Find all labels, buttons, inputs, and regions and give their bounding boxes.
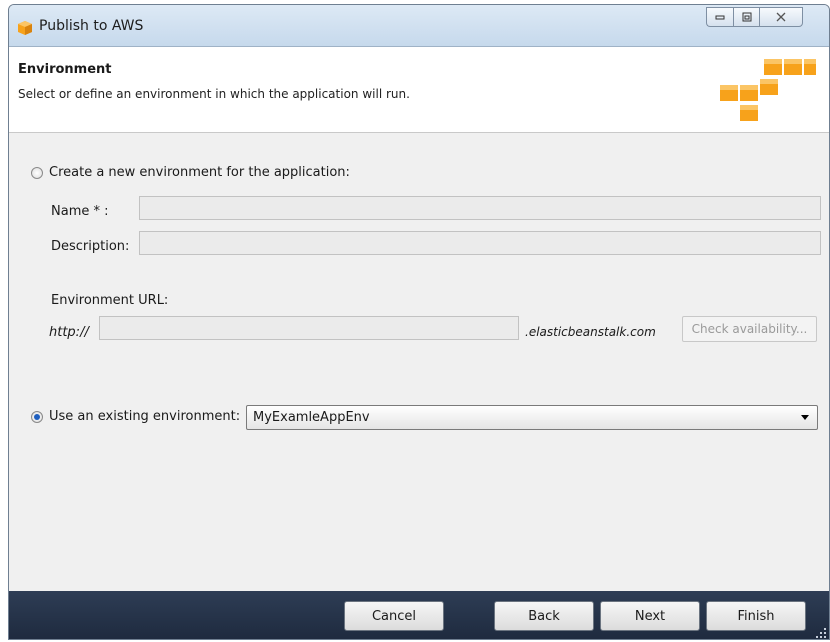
- finish-button[interactable]: Finish: [706, 601, 806, 631]
- name-label: Name * :: [51, 204, 109, 219]
- page-title: Environment: [18, 62, 112, 77]
- aws-cube-icon: [740, 105, 758, 121]
- close-button[interactable]: [759, 7, 803, 27]
- aws-cube-icon: [720, 79, 778, 101]
- create-new-label: Create a new environment for the applica…: [49, 165, 350, 180]
- aws-cube-icon: [18, 21, 32, 35]
- maximize-button[interactable]: [733, 7, 759, 27]
- minimize-icon: [715, 15, 725, 20]
- title-bar[interactable]: Publish to AWS: [9, 5, 829, 47]
- existing-environment-select[interactable]: MyExamleAppEnv: [246, 405, 818, 430]
- publish-dialog: Publish to AWS Environment Select or def…: [8, 4, 830, 640]
- check-availability-button[interactable]: Check availability...: [682, 316, 817, 342]
- cancel-button[interactable]: Cancel: [344, 601, 444, 631]
- url-suffix: .elasticbeanstalk.com: [525, 325, 656, 339]
- url-prefix: http://: [49, 325, 89, 340]
- window-title: Publish to AWS: [39, 18, 144, 34]
- description-field[interactable]: [139, 231, 821, 255]
- aws-cube-icon: [764, 59, 816, 75]
- use-existing-radio[interactable]: [31, 411, 43, 423]
- minimize-button[interactable]: [706, 7, 733, 27]
- chevron-down-icon: [801, 415, 809, 420]
- close-icon: [776, 12, 786, 22]
- back-button[interactable]: Back: [494, 601, 594, 631]
- selected-environment: MyExamleAppEnv: [253, 410, 370, 425]
- name-field[interactable]: [139, 196, 821, 220]
- maximize-icon: [742, 12, 751, 22]
- description-label: Description:: [51, 239, 130, 254]
- environment-url-field[interactable]: [99, 316, 519, 340]
- wizard-content: Create a new environment for the applica…: [9, 133, 829, 591]
- resize-grip-icon[interactable]: [815, 627, 827, 639]
- use-existing-label: Use an existing environment:: [49, 409, 241, 424]
- wizard-footer: Cancel Back Next Finish: [9, 591, 829, 639]
- aws-logo: [720, 59, 816, 121]
- create-new-radio[interactable]: [31, 167, 43, 179]
- environment-url-label: Environment URL:: [51, 293, 169, 308]
- next-button[interactable]: Next: [600, 601, 700, 631]
- page-subtitle: Select or define an environment in which…: [18, 87, 410, 101]
- wizard-header: Environment Select or define an environm…: [9, 47, 829, 133]
